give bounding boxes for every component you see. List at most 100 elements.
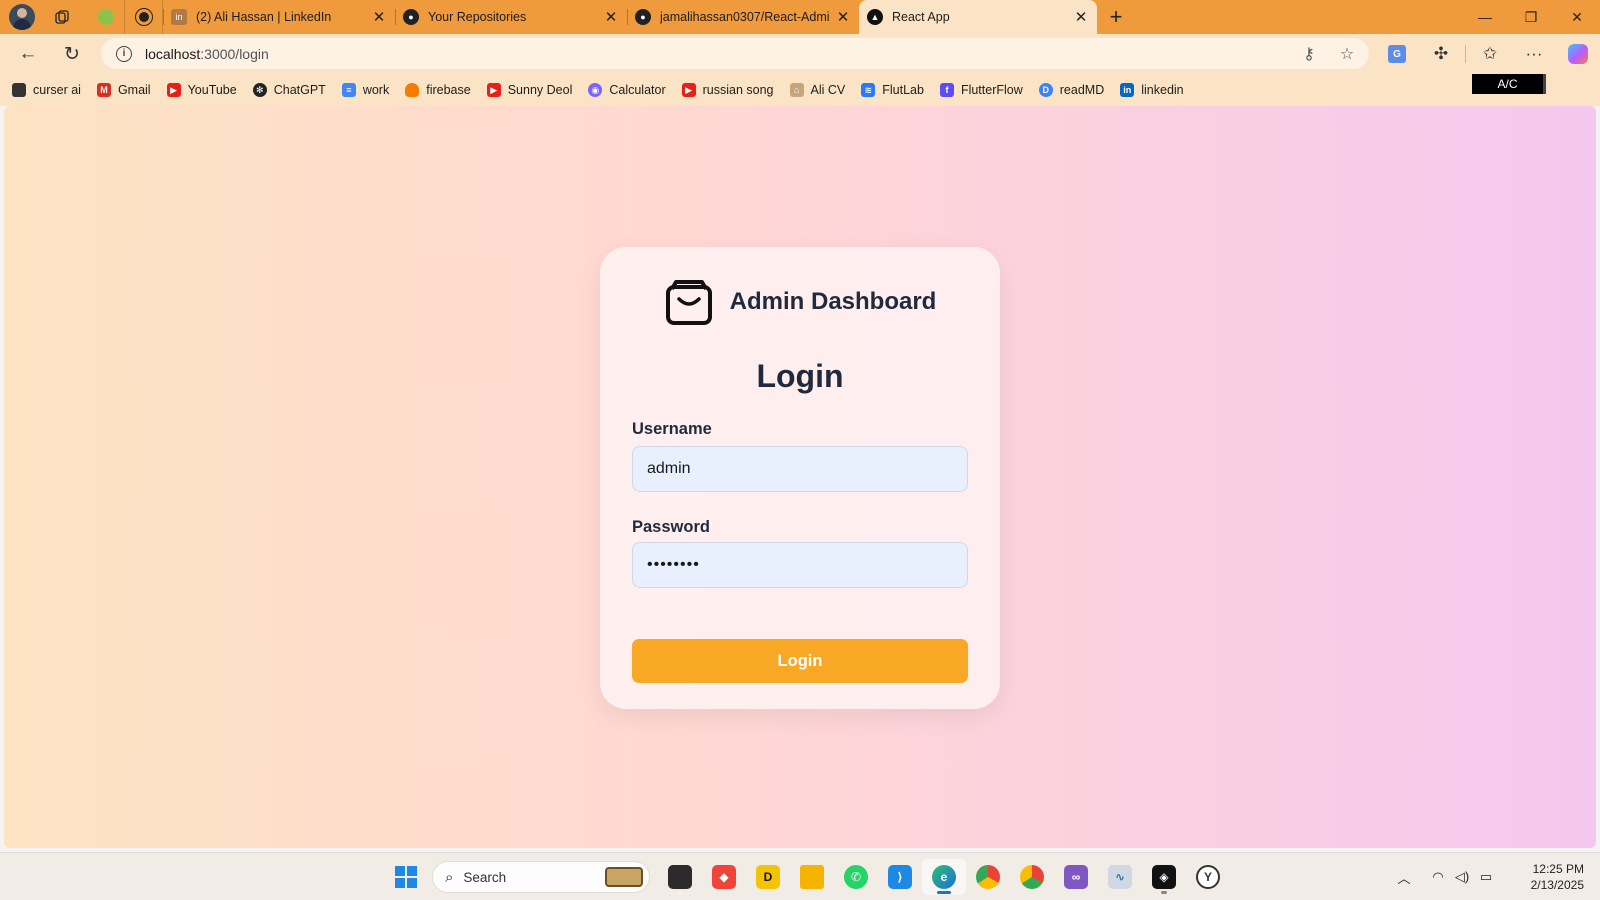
favorites-button[interactable]: ✩ <box>1468 36 1512 72</box>
visual-studio-app[interactable]: ∞ <box>1054 859 1098 895</box>
anydesk-app[interactable]: ◆ <box>702 859 746 895</box>
copilot-button[interactable] <box>1556 36 1600 72</box>
edge-icon: e <box>932 865 956 889</box>
chrome-icon <box>1020 865 1044 889</box>
bookmark-label: ChatGPT <box>273 83 326 97</box>
chart-icon: ∿ <box>1108 865 1132 889</box>
minimize-button[interactable]: — <box>1462 0 1508 34</box>
youtube-icon: ▶ <box>166 83 181 97</box>
username-input[interactable] <box>632 446 968 492</box>
sticky-app[interactable]: D <box>746 859 790 895</box>
site-info-icon[interactable]: i <box>116 45 132 62</box>
bookmark-item[interactable]: ≋ FlutLab <box>861 77 932 103</box>
wifi-icon[interactable]: ◠ <box>1426 869 1450 885</box>
bookmark-label: curser ai <box>33 83 81 97</box>
chevron-up-icon[interactable]: ︿ <box>1392 868 1416 887</box>
bookmarks-bar: curser ai M Gmail ▶ YouTube ✻ ChatGPT ≡ work… <box>0 74 1600 106</box>
favorite-star-icon[interactable]: ☆ <box>1335 42 1359 66</box>
url-host: localhost <box>145 45 201 62</box>
monitor-app[interactable]: ∿ <box>1098 859 1142 895</box>
favorites-icon: ✩ <box>1482 44 1498 63</box>
tab-repositories[interactable]: ● Your Repositories ✕ <box>395 0 627 34</box>
bookmark-item[interactable]: curser ai <box>12 77 89 103</box>
bookmark-item[interactable]: DreadMD <box>1038 77 1112 103</box>
profile-avatar[interactable] <box>9 4 35 30</box>
bookmark-item[interactable]: ≡ work <box>341 77 397 103</box>
youtube-icon: ▶ <box>681 83 696 97</box>
taskbar-clock[interactable]: 12:25 PM 2/13/2025 <box>1508 861 1600 893</box>
page-title: Login <box>756 358 844 394</box>
bookmark-label: russian song <box>702 83 774 97</box>
bookmark-item[interactable]: ◉ Calculator <box>588 77 673 103</box>
bookmark-item[interactable]: ✻ ChatGPT <box>252 77 334 103</box>
shopping-bag-icon <box>665 280 712 325</box>
anydesk-icon: ◆ <box>712 865 736 889</box>
brand-title: Admin Dashboard <box>729 288 937 315</box>
more-icon: ··· <box>1525 44 1543 63</box>
workspaces-icon[interactable] <box>45 0 79 34</box>
menu-button[interactable]: ··· <box>1512 36 1556 72</box>
file-explorer-app[interactable] <box>790 859 834 895</box>
bookmark-item[interactable]: ▶ Sunny Deol <box>486 77 581 103</box>
puzzle-icon: ✣ <box>1433 44 1449 63</box>
password-key-icon[interactable]: ⚷ <box>1297 42 1321 66</box>
browser-tab-bar: in (2) Ali Hassan | LinkedIn ✕ ● Your Re… <box>0 0 1600 34</box>
close-icon[interactable]: ✕ <box>371 8 387 26</box>
pinned-tab-1[interactable] <box>87 0 125 34</box>
search-icon: ⌕ <box>445 868 454 886</box>
close-window-button[interactable]: ✕ <box>1554 0 1600 34</box>
terminal-app[interactable]: ◈ <box>1142 859 1186 895</box>
url-text[interactable]: localhost:3000/login <box>145 46 269 62</box>
address-bar[interactable]: i localhost:3000/login ⚷ ☆ <box>101 38 1369 69</box>
tab-react-app[interactable]: ▲ React App ✕ <box>859 0 1097 34</box>
login-card: Admin Dashboard Login Username Password … <box>600 247 1000 709</box>
battery-icon[interactable]: ▭ <box>1474 869 1498 885</box>
linkedin-icon: in <box>171 9 187 25</box>
visual-studio-icon: ∞ <box>1064 865 1088 889</box>
vscode-app[interactable]: ⟩ <box>878 859 922 895</box>
tab-linkedin[interactable]: in (2) Ali Hassan | LinkedIn ✕ <box>163 0 395 34</box>
refresh-button[interactable]: ↻ <box>50 36 94 72</box>
tab-label: jamalihassan0307/React-Admin-D <box>660 10 829 24</box>
bookmark-item[interactable]: M Gmail <box>96 77 159 103</box>
translate-button[interactable]: G <box>1375 36 1419 72</box>
close-icon[interactable]: ✕ <box>603 8 619 26</box>
volume-icon[interactable]: ◁) <box>1450 869 1474 885</box>
back-button[interactable]: ← <box>6 36 50 72</box>
restore-button[interactable]: ❐ <box>1508 0 1554 34</box>
bookmark-label: readMD <box>1059 83 1105 97</box>
bookmark-label: FlutterFlow <box>960 83 1023 97</box>
chrome-icon <box>976 865 1000 889</box>
task-view-app[interactable] <box>658 859 702 895</box>
bookmark-item[interactable]: firebase <box>405 77 478 103</box>
vscode-icon: ⟩ <box>888 865 912 889</box>
clock-app[interactable]: Y <box>1186 859 1230 895</box>
pinned-tab-2[interactable] <box>125 0 163 34</box>
linkedin-icon: in <box>1120 83 1135 97</box>
start-button[interactable] <box>386 859 426 895</box>
extensions-button[interactable]: ✣ <box>1419 36 1463 72</box>
new-tab-button[interactable]: + <box>1097 0 1135 34</box>
close-icon[interactable]: ✕ <box>835 8 851 26</box>
login-button[interactable]: Login <box>632 639 968 683</box>
whatsapp-app[interactable]: ✆ <box>834 859 878 895</box>
chrome-profile-app[interactable] <box>1010 859 1054 895</box>
bookmark-item[interactable]: in linkedin <box>1120 77 1191 103</box>
bookmark-item[interactable]: ▶ YouTube <box>166 77 245 103</box>
chrome-app[interactable] <box>966 859 1010 895</box>
bookmark-item[interactable]: ▶ russian song <box>681 77 782 103</box>
bookmark-item[interactable]: ⌂ Ali CV <box>789 77 854 103</box>
bookmark-label: FlutLab <box>882 83 924 97</box>
page-viewport: Admin Dashboard Login Username Password … <box>4 106 1596 848</box>
password-label: Password <box>632 518 710 536</box>
bookmark-item[interactable]: f FlutterFlow <box>939 77 1031 103</box>
bookmark-label: Calculator <box>609 83 666 97</box>
edge-app[interactable]: e <box>922 859 966 895</box>
close-icon[interactable]: ✕ <box>1073 8 1089 26</box>
github-icon: ● <box>635 9 651 25</box>
password-input[interactable] <box>632 542 968 588</box>
overlay-badge: A/C <box>1472 74 1546 94</box>
taskbar-search[interactable]: ⌕ Search <box>432 861 650 893</box>
tab-react-admin-repo[interactable]: ● jamalihassan0307/React-Admin-D ✕ <box>627 0 859 34</box>
terminal-icon: ◈ <box>1152 865 1176 889</box>
